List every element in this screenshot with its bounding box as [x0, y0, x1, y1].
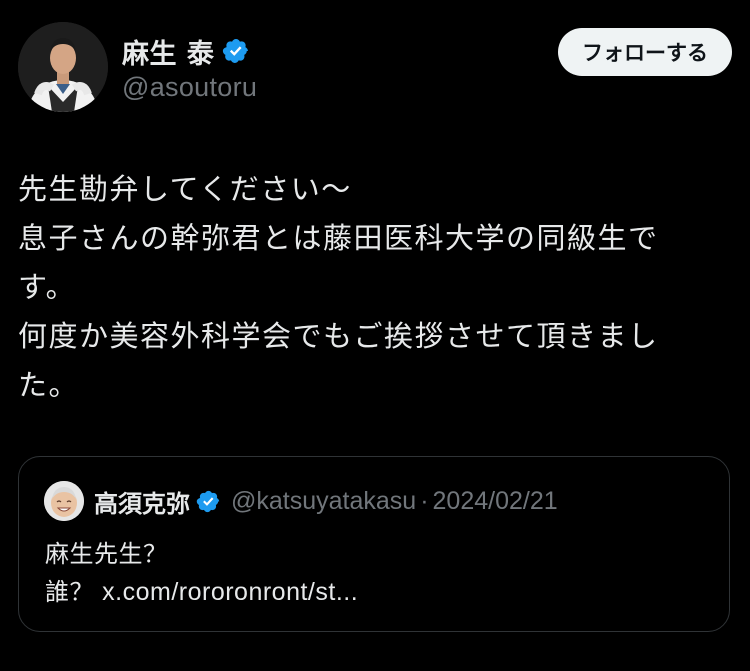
follow-button[interactable]: フォローする — [558, 28, 732, 76]
tweet-text-line: 何度か美容外科学会でもご挨拶させて頂きまし — [18, 319, 659, 353]
quoted-tweet-date[interactable]: 2024/02/21 — [433, 487, 558, 516]
tweet-text-line: 先生勘弁してください〜 — [18, 172, 352, 206]
author-name[interactable]: 麻生 泰 — [122, 32, 214, 71]
doctor-portrait-icon — [18, 22, 108, 112]
quoted-tweet-card[interactable]: 高須克弥 @katsuyatakasu · 2024/02/21 麻生先生？ 誰… — [18, 456, 730, 632]
tweet-header: 麻生 泰 @asoutoru フォローする — [18, 22, 732, 118]
quoted-tweet-text-line: 誰？ x.com/rororonront/st... — [45, 573, 358, 611]
quoted-tweet-header: 高須克弥 @katsuyatakasu · 2024/02/21 — [44, 479, 558, 523]
tweet-text-line: す。 — [18, 270, 77, 304]
quoted-tweet-text: 麻生先生？ 誰？ x.com/rororonront/st... — [45, 535, 358, 611]
quoted-tweet-link[interactable]: x.com/rororonront/st... — [102, 578, 358, 606]
tweet-text: 先生勘弁してください〜 息子さんの幹弥君とは藤田医科大学の同級生で す。 何度か… — [18, 165, 718, 410]
author-handle[interactable]: @asoutoru — [122, 72, 257, 103]
quoted-author-avatar[interactable] — [44, 481, 84, 521]
smiling-face-portrait-icon — [44, 481, 84, 521]
quoted-author-handle[interactable]: @katsuyatakasu — [231, 487, 416, 516]
verified-badge-icon — [223, 39, 249, 63]
author-avatar[interactable] — [18, 22, 108, 112]
tweet-text-line: 息子さんの幹弥君とは藤田医科大学の同級生で — [18, 221, 659, 255]
quoted-author-name[interactable]: 高須克弥 — [94, 484, 190, 519]
quoted-tweet-text-line: 麻生先生？ — [45, 540, 168, 568]
quoted-tweet-text-prefix: 誰？ — [45, 578, 103, 606]
verified-badge-icon — [196, 490, 220, 512]
tweet-text-line: た。 — [18, 368, 80, 402]
separator-dot: · — [420, 486, 429, 515]
author-name-row: 麻生 泰 — [122, 32, 250, 71]
